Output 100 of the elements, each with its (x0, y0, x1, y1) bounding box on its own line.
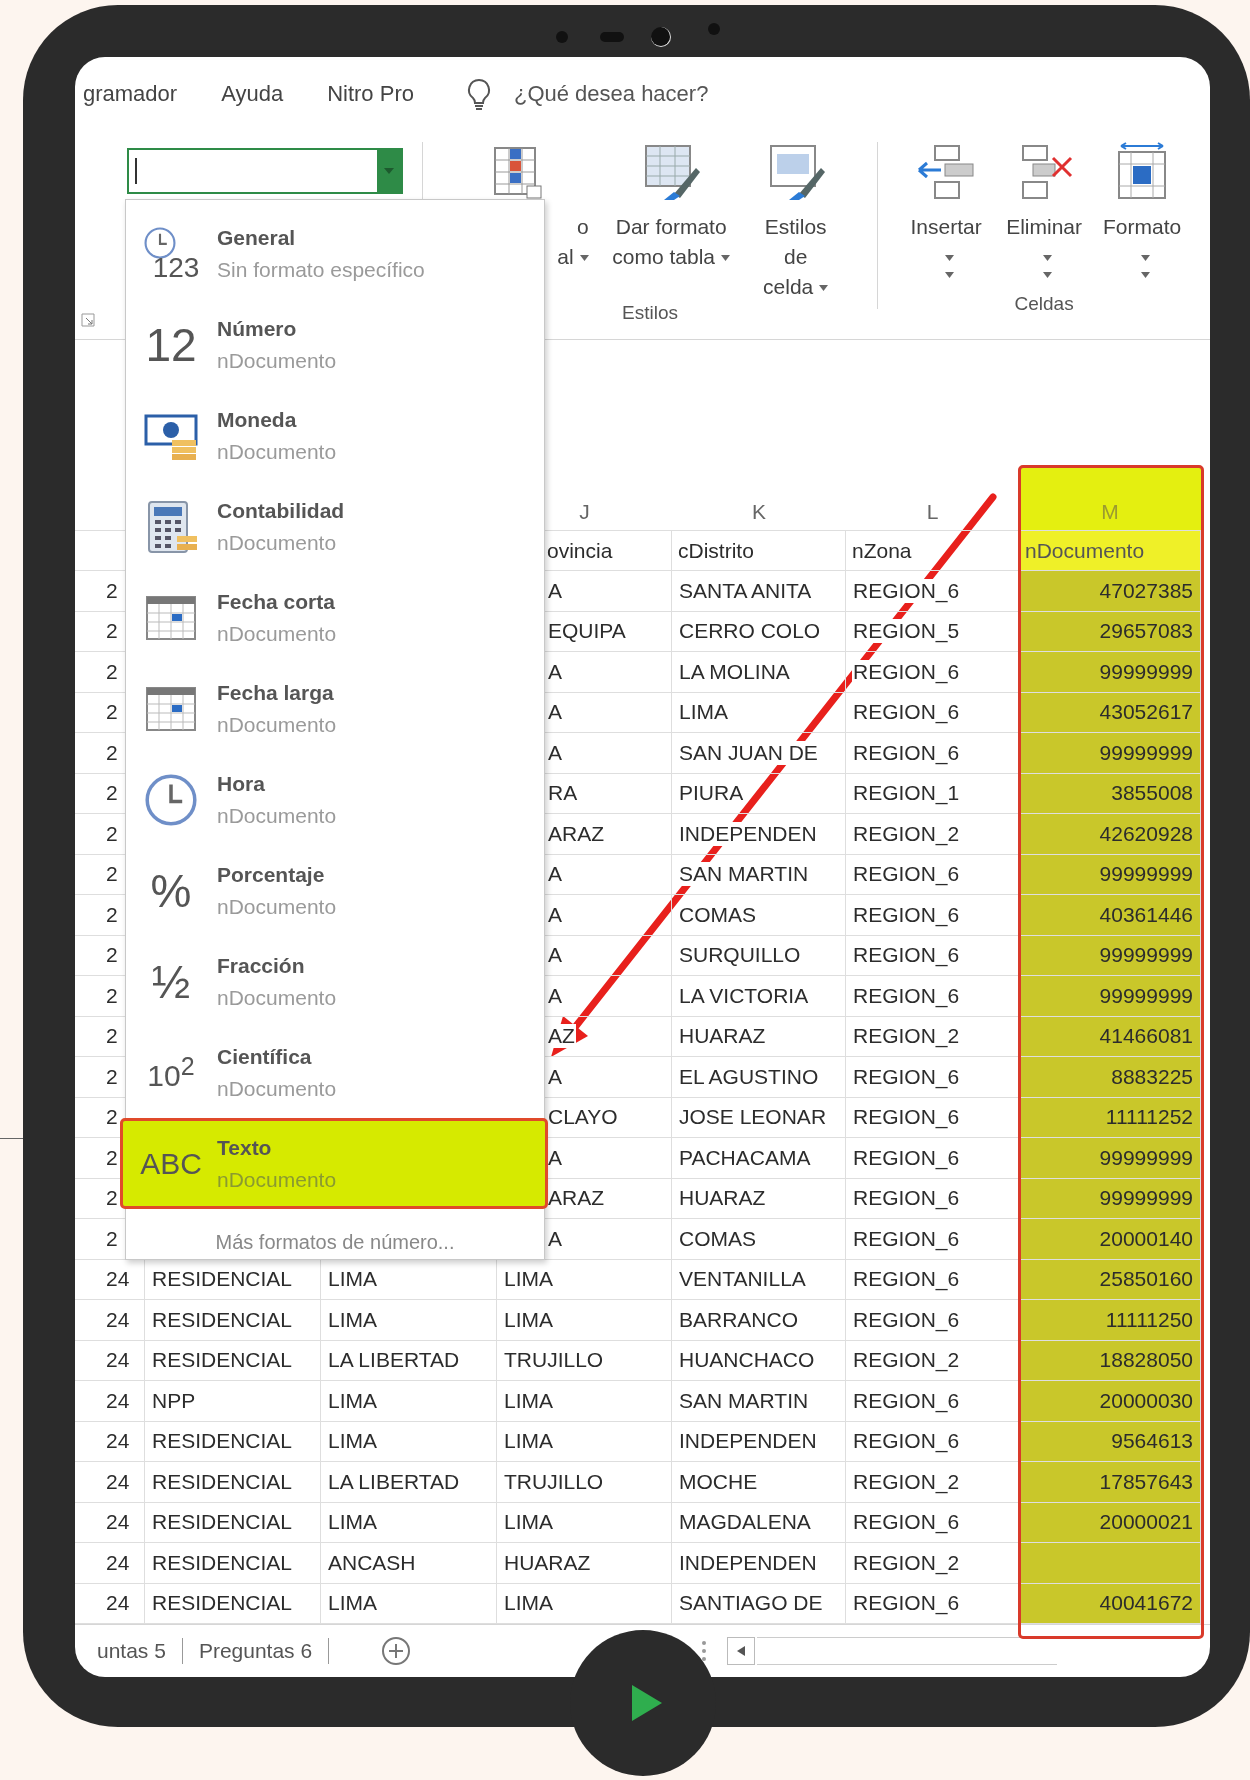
dialog-launcher-icon (81, 313, 95, 327)
column-header[interactable]: L (846, 467, 1019, 531)
format-option[interactable]: Hora nDocumento (126, 754, 544, 845)
table-cell: 47027385 (1098, 578, 1194, 603)
search-prompt[interactable]: ¿Qué desea hacer? (513, 80, 709, 107)
option-preview: nDocumento (217, 530, 338, 555)
play-icon (632, 1685, 662, 1721)
format-option[interactable]: 123 General Sin formato específico (126, 208, 544, 299)
option-title: Fecha larga (217, 680, 335, 705)
option-preview: nDocumento (217, 1076, 337, 1101)
calendar-icon (145, 685, 197, 732)
table-cell: 99999999 (1098, 1186, 1194, 1211)
sensor-slot (600, 32, 624, 42)
format-glyph: 123 (152, 253, 200, 282)
option-title: Porcentaje (217, 862, 326, 887)
option-preview: nDocumento (217, 894, 337, 919)
menu-item[interactable]: Nitro Pro (327, 80, 414, 107)
option-preview: nDocumento (217, 985, 337, 1010)
table-cell: 29657083 (1098, 619, 1194, 644)
table-cell: 42620928 (1098, 821, 1194, 846)
table-cell: 11111252 (1104, 1105, 1194, 1130)
option-preview: nDocumento (217, 439, 337, 464)
format-option[interactable]: Fecha larga nDocumento (126, 663, 544, 754)
camera-lens (651, 27, 671, 47)
table-cell: 3855008 (1110, 781, 1194, 806)
sheet-tab[interactable]: untas 5 (81, 1639, 182, 1663)
scroll-left-button[interactable] (727, 1637, 756, 1665)
format-option[interactable]: 10$^{2}$ Científica nDocumento (126, 1027, 544, 1118)
clock-icon (142, 225, 177, 260)
group-label: Celdas (1014, 293, 1074, 316)
format-glyph: ABC (140, 1148, 202, 1179)
option-title: Número (217, 316, 298, 341)
option-title: Científica (217, 1044, 313, 1069)
caret-icon (384, 168, 394, 174)
option-preview: nDocumento (217, 348, 337, 373)
table-cell: 99999999 (1098, 659, 1194, 684)
group-label: Estilos (622, 302, 678, 325)
clock-icon (143, 771, 199, 828)
table-cell: 18828050 (1098, 1348, 1194, 1373)
format-glyph: 12 (145, 321, 197, 368)
option-title: Texto (217, 1135, 273, 1160)
format-glyph: ½ (151, 958, 191, 1005)
format-option[interactable]: Fecha corta nDocumento (126, 572, 544, 663)
option-preview: nDocumento (217, 1167, 337, 1192)
table-cell: 40041672 (1098, 1591, 1194, 1616)
ribbon-button[interactable]: Dar formato como tabla (598, 142, 744, 272)
option-preview: Sin formato específico (217, 257, 425, 282)
option-preview: nDocumento (217, 621, 337, 646)
table-cell: cDistrito (672, 531, 846, 571)
table-cell: AZ (547, 1024, 576, 1049)
table-cell: 9564613 (1110, 1429, 1194, 1454)
number-format-field[interactable] (127, 148, 403, 194)
table-cell: 20000021 (1098, 1510, 1194, 1535)
option-title: General (217, 225, 297, 250)
menu-item[interactable]: Ayuda (221, 80, 284, 107)
format-glyph: 10$^{2}$ (147, 1054, 195, 1091)
option-title: Contabilidad (217, 498, 345, 523)
option-title: Fracción (217, 953, 306, 978)
option-preview: nDocumento (217, 712, 337, 737)
table-cell: 99999999 (1098, 740, 1194, 765)
option-title: Moneda (217, 407, 298, 432)
menu-item[interactable]: gramador (83, 80, 178, 107)
table-cell: 17857643 (1098, 1469, 1194, 1494)
table-cell: REGION_5 (852, 619, 961, 644)
table-cell: 40361446 (1098, 902, 1194, 927)
camera-dot (556, 31, 568, 43)
table-cell: 99999999 (1098, 983, 1194, 1008)
table-cell: INDEPENDEN (678, 821, 818, 846)
lightbulb-icon (465, 77, 492, 110)
format-option[interactable]: ½ Fracción nDocumento (126, 936, 544, 1027)
format-option[interactable]: % Porcentaje nDocumento (126, 845, 544, 936)
vertical-dots-icon (701, 1639, 708, 1663)
more-formats-link[interactable]: Más formatos de número... (126, 1231, 544, 1254)
camera-dot (708, 23, 720, 35)
left-triangle-icon (737, 1646, 746, 1656)
table-cell: 99999999 (1098, 862, 1194, 887)
table-cell: 43052617 (1098, 700, 1194, 725)
calendar-icon (145, 594, 197, 641)
table-cell: 99999999 (1098, 1145, 1194, 1170)
table-cell: nDocumento (1019, 531, 1201, 571)
column-header[interactable]: K (672, 467, 846, 531)
table-cell: 41466081 (1098, 1024, 1194, 1049)
table-cell: nZona (846, 531, 1019, 571)
option-preview: nDocumento (217, 803, 337, 828)
table-cell: SAN JUAN DE (678, 740, 819, 765)
add-sheet-icon[interactable] (381, 1636, 412, 1666)
ribbon-button[interactable]: Estilos de celda (749, 142, 842, 302)
table-cell: REGION_6 (852, 659, 961, 684)
table-cell: 25850160 (1098, 1267, 1194, 1292)
ribbon-button[interactable]: Eliminar (998, 142, 1091, 278)
ribbon-button[interactable]: Formato (1096, 142, 1189, 278)
format-glyph: % (150, 867, 192, 914)
table-cell: 20000030 (1098, 1388, 1194, 1413)
option-title: Fecha corta (217, 589, 336, 614)
ribbon-button[interactable]: Insertar (900, 142, 993, 278)
table-cell: REGION_6 (852, 578, 961, 603)
option-title: Hora (217, 771, 266, 796)
sheet-tab[interactable]: Preguntas 6 (182, 1639, 329, 1663)
table-cell: 99999999 (1098, 943, 1194, 968)
table-cell: 8883225 (1110, 1064, 1194, 1089)
